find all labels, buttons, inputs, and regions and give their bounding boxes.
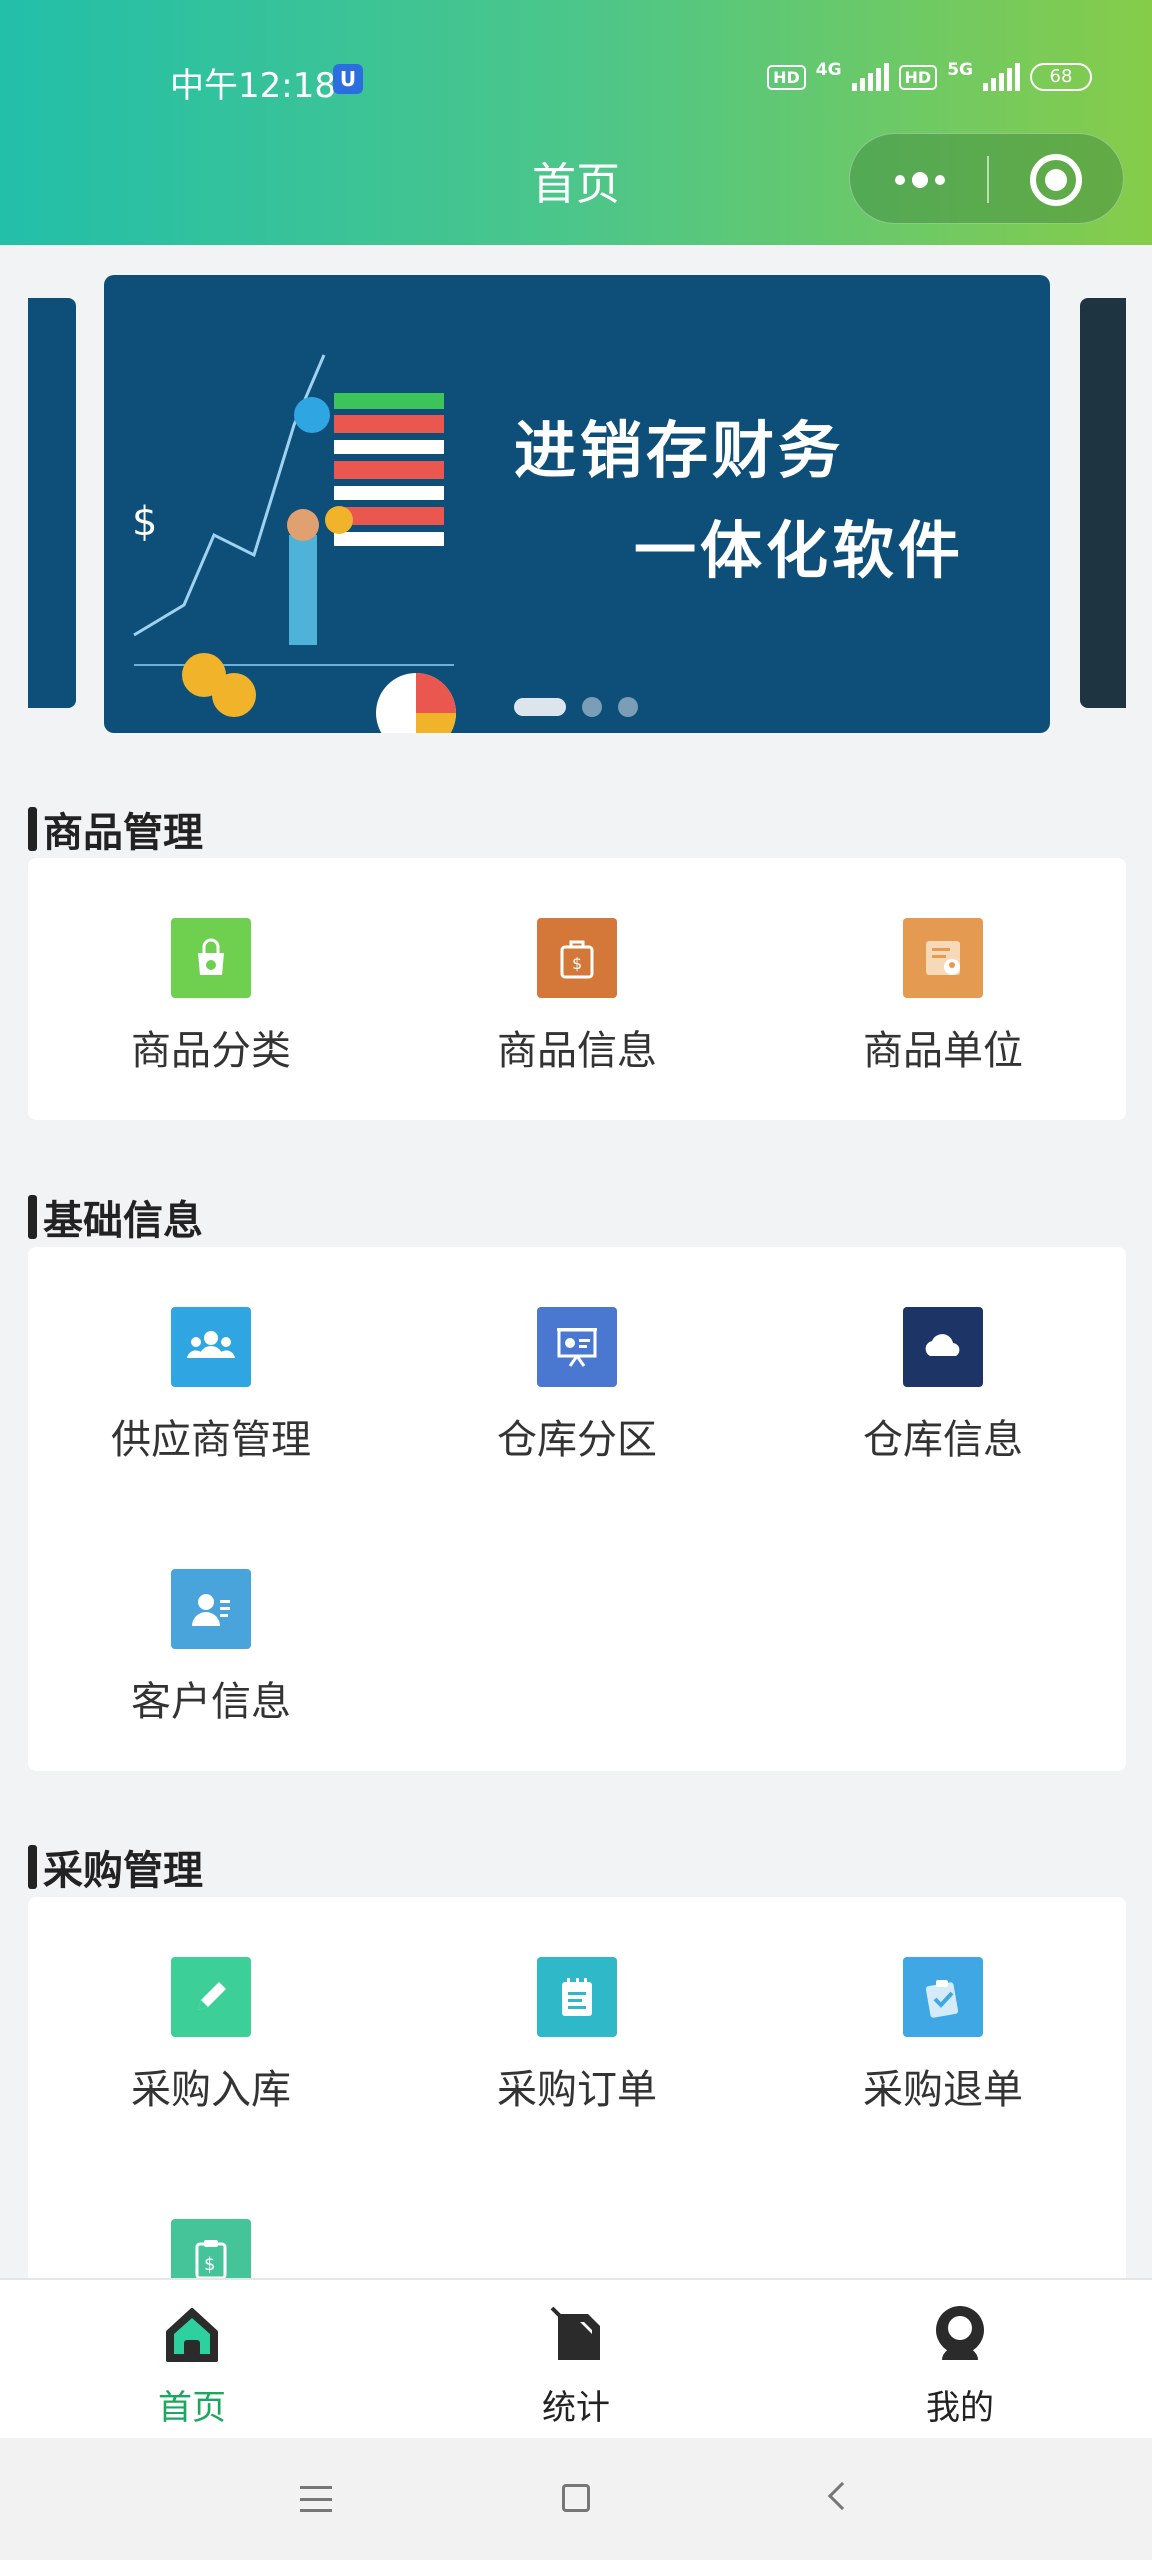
svg-text:$: $ (204, 2254, 215, 2275)
signal-icon (851, 63, 889, 91)
dollar-bag-icon: $ (537, 918, 617, 998)
menu-item-label: 仓库信息 (863, 1417, 1023, 1463)
section-title-text: 商品管理 (43, 810, 203, 856)
section-marker (28, 1845, 37, 1889)
carousel-indicator (514, 697, 638, 717)
svg-text:$: $ (572, 954, 582, 973)
section-title-text: 采购管理 (43, 1848, 203, 1894)
menu-item-label: 采购订单 (497, 2067, 657, 2113)
signal-icon (983, 63, 1020, 91)
presentation-icon (537, 1307, 617, 1387)
certificate-icon (903, 918, 983, 998)
banner-headline-1: 进销存财务 (514, 414, 845, 487)
status-time: 中午12:18 (170, 66, 336, 106)
menu-item-label: 采购退单 (863, 2067, 1023, 2113)
battery-icon: 68 (1030, 63, 1092, 91)
more-icon[interactable] (890, 134, 950, 225)
menu-item-category[interactable]: 商品分类 (28, 858, 394, 1120)
menu-item-label: 供应商管理 (111, 1417, 311, 1463)
banner-headline-2: 一体化软件 (634, 514, 965, 587)
section-title-text: 基础信息 (43, 1198, 203, 1244)
menu-item-label: 商品信息 (497, 1028, 657, 1074)
team-icon (171, 1307, 251, 1387)
home-icon (166, 2308, 218, 2362)
section-marker (28, 807, 37, 851)
menu-item-label: 采购入库 (131, 2067, 291, 2113)
tab-label: 我的 (926, 2388, 994, 2428)
system-nav-bar (0, 2438, 1152, 2560)
menu-item-purchase-in[interactable]: 采购入库 (28, 1897, 394, 2159)
status-indicators: HD 4G HD 5G 68 (767, 60, 1092, 94)
section-title: 采购管理 (28, 1838, 203, 1896)
tab-stats[interactable]: 统计 (384, 2280, 768, 2440)
bottom-tab-bar: 首页 统计 我的 (0, 2278, 1152, 2438)
banner-prev-slide[interactable] (28, 298, 76, 708)
contact-card-icon (171, 1569, 251, 1649)
tab-home[interactable]: 首页 (0, 2280, 384, 2440)
tab-label: 统计 (542, 2388, 610, 2428)
carousel-dot (582, 697, 602, 717)
network-5g-label: 5G (947, 60, 973, 80)
menu-item-unit[interactable]: 商品单位 (760, 858, 1126, 1120)
hd-icon: HD (767, 64, 806, 90)
menu-item-label: 客户信息 (131, 1679, 291, 1725)
app-notification-icon: U (333, 64, 363, 94)
section-marker (28, 1195, 37, 1239)
notepad-icon (537, 1957, 617, 2037)
section-title: 基础信息 (28, 1188, 203, 1246)
section-card: 供应商管理 仓库分区 仓库信息 客户信息 (28, 1247, 1126, 1771)
menu-icon[interactable] (300, 2486, 332, 2512)
pencil-icon (171, 1957, 251, 2037)
profile-icon (936, 2306, 984, 2360)
close-miniprogram-icon[interactable] (1030, 154, 1082, 206)
menu-item-warehouse-info[interactable]: 仓库信息 (760, 1247, 1126, 1509)
miniprogram-capsule (849, 133, 1124, 224)
header: 中午12:18 U HD 4G HD 5G 68 首页 (0, 0, 1152, 245)
network-4g-label: 4G (815, 60, 842, 80)
menu-item-purchase-order[interactable]: 采购订单 (394, 1897, 760, 2159)
section-card: 采购入库 采购订单 采购退单 $ (28, 1897, 1126, 2299)
carousel-dot-active (514, 698, 566, 716)
tab-label: 首页 (158, 2388, 226, 2428)
banner-next-slide[interactable] (1080, 298, 1126, 708)
clipboard-check-icon (903, 1957, 983, 2037)
menu-item-product-info[interactable]: $ 商品信息 (394, 858, 760, 1120)
tab-profile[interactable]: 我的 (768, 2280, 1152, 2440)
capsule-divider (987, 156, 989, 203)
back-icon[interactable] (827, 2481, 857, 2511)
menu-item-warehouse-zone[interactable]: 仓库分区 (394, 1247, 760, 1509)
hd-icon: HD (898, 64, 938, 90)
svg-text:$: $ (132, 499, 157, 545)
banner-slide[interactable]: $ 进销存财务 一体化软件 (104, 275, 1050, 733)
section-card: 商品分类 $ 商品信息 商品单位 (28, 858, 1126, 1120)
home-square-icon[interactable] (562, 2484, 590, 2512)
menu-item-supplier[interactable]: 供应商管理 (28, 1247, 394, 1509)
cloud-icon (903, 1307, 983, 1387)
menu-item-purchase-return[interactable]: 采购退单 (760, 1897, 1126, 2159)
menu-item-label: 仓库分区 (497, 1417, 657, 1463)
menu-item-customer[interactable]: 客户信息 (28, 1509, 394, 1771)
carousel-dot (618, 697, 638, 717)
menu-item-label: 商品单位 (863, 1028, 1023, 1074)
stats-icon (550, 2306, 600, 2360)
menu-item-label: 商品分类 (131, 1028, 291, 1074)
section-title: 商品管理 (28, 800, 203, 858)
bag-icon (171, 918, 251, 998)
